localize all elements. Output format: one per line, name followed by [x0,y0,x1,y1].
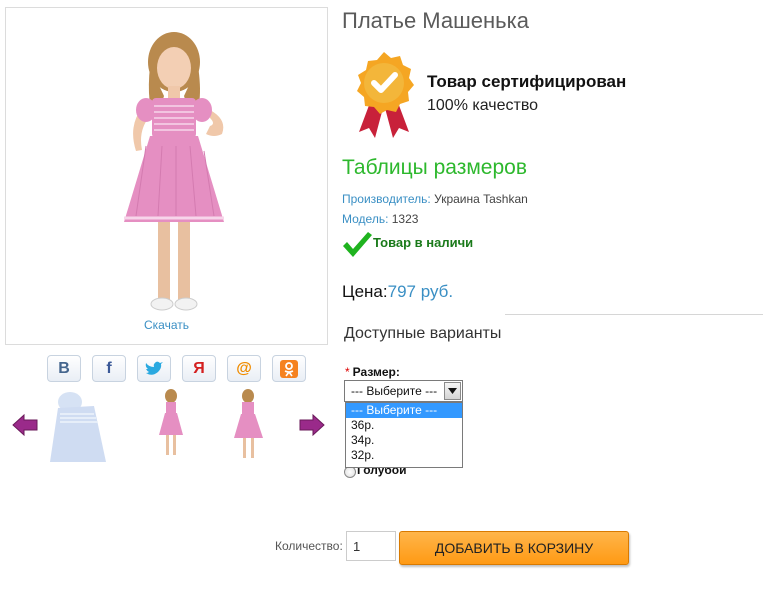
product-title: Платье Машенька [342,8,529,33]
vk-share-button[interactable]: В [47,355,81,382]
thumbnail-image[interactable] [226,388,286,462]
odnoklassniki-share-button[interactable] [272,355,306,382]
size-option[interactable]: 36р. [346,418,462,433]
manufacturer-value: Украина Tashkan [434,192,528,206]
add-to-cart-button[interactable]: ДОБАВИТЬ В КОРЗИНУ [399,531,629,565]
quantity-label: Количество: [275,539,343,553]
quantity-input[interactable] [346,531,396,561]
variants-title: Доступные варианты [344,325,502,342]
model-line: Модель: 1323 [342,212,418,226]
vk-icon: В [58,359,70,377]
certificate-badge-icon [357,52,414,138]
chevron-down-icon[interactable] [444,382,461,400]
divider [505,314,763,315]
mail-icon: @ [236,359,252,377]
manufacturer-label[interactable]: Производитель: [342,192,431,206]
yaru-share-button[interactable]: Я [182,355,216,382]
yaru-icon: Я [193,359,205,377]
manufacturer-line: Производитель: Украина Tashkan [342,192,528,206]
size-option[interactable]: 34р. [346,433,462,448]
thumbnail-dress-photo [226,388,286,462]
size-option[interactable]: 32р. [346,448,462,463]
size-select[interactable]: --- Выберите --- [344,380,463,402]
thumbnail-detail-photo [50,388,110,462]
thumbnail-dress-photo [145,388,205,462]
price-label: Цена: [342,282,388,301]
thumbnail-prev-arrow-icon[interactable] [12,413,38,437]
product-page: Скачать В f Я @ Платье Машенька Товар се… [0,0,784,590]
download-link[interactable]: Скачать [6,318,327,332]
odnoklassniki-icon [280,359,298,378]
thumbnail-next-arrow-icon[interactable] [299,413,325,437]
main-product-image[interactable]: Скачать [5,7,328,345]
size-label-text: Размер: [352,365,400,379]
stock-status: Товар в наличи [373,235,474,250]
size-label: * Размер: [345,365,400,379]
mail-share-button[interactable]: @ [227,355,261,382]
facebook-icon: f [106,359,112,377]
thumbnail-image[interactable] [145,388,205,462]
facebook-share-button[interactable]: f [92,355,126,382]
model-label: Модель: [342,212,389,226]
in-stock-check-icon [343,232,372,257]
twitter-icon [145,361,163,375]
thumbnail-image[interactable] [50,388,110,462]
model-value: 1323 [391,212,419,226]
certificate-subtitle: 100% качество [427,97,539,114]
social-share-bar: В f Я @ [47,355,306,382]
size-select-value: --- Выберите --- [351,384,438,398]
certificate-title: Товар сертифицирован [427,72,627,91]
price-value: 797 руб. [387,282,454,301]
size-dropdown-list: --- Выберите --- 36р. 34р. 32р. [345,402,463,468]
twitter-share-button[interactable] [137,355,171,382]
product-photo [124,32,224,311]
size-tables-link[interactable]: Таблицы размеров [342,156,527,180]
required-mark: * [345,365,350,379]
size-option[interactable]: --- Выберите --- [346,403,462,418]
price: Цена:797 руб. [342,282,453,302]
